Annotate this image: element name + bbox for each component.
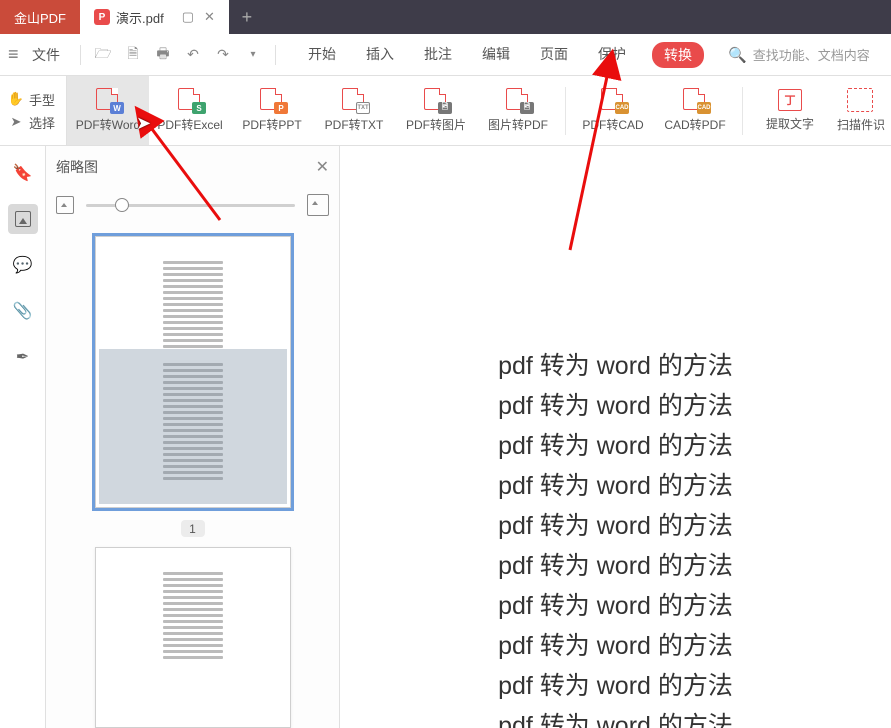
dropdown-icon[interactable]: ▾ — [241, 43, 265, 67]
redo-icon[interactable]: ↷ — [211, 43, 235, 67]
save-icon[interactable]: 🗎 — [121, 43, 145, 67]
image-to-pdf-icon: 🖻 — [504, 88, 532, 112]
search-box[interactable]: 🔍 查找功能、文档内容 — [728, 45, 870, 64]
new-tab-button[interactable]: + — [229, 0, 265, 34]
pdf-to-txt-label: PDF转TXT — [325, 116, 384, 133]
thumbnail-page-2[interactable] — [95, 547, 291, 728]
signature-panel-button[interactable]: ✒ — [8, 342, 38, 372]
scan-ocr-button[interactable]: 扫描件识 — [831, 76, 891, 145]
undo-icon[interactable]: ↶ — [181, 43, 205, 67]
pdf-to-word-button[interactable]: W PDF转Word — [67, 76, 149, 145]
pdf-to-excel-button[interactable]: S PDF转Excel — [149, 76, 231, 145]
thumb-content-preview — [163, 261, 223, 483]
pdf-to-ppt-label: PDF转PPT — [242, 116, 301, 133]
pdf-to-excel-label: PDF转Excel — [157, 116, 222, 133]
pdf-to-txt-button[interactable]: TXT PDF转TXT — [313, 76, 395, 145]
print-icon[interactable]: 🖶 — [151, 43, 175, 67]
pdf-to-ppt-button[interactable]: P PDF转PPT — [231, 76, 313, 145]
extract-text-label: 提取文字 — [766, 115, 814, 132]
image-to-pdf-button[interactable]: 🖻 图片转PDF — [477, 76, 559, 145]
side-icon-bar: 🔖 💬 📎 ✒ — [0, 146, 46, 728]
cad-to-pdf-label: CAD转PDF — [664, 116, 725, 133]
tab-annotate[interactable]: 批注 — [420, 42, 456, 68]
small-thumb-icon[interactable] — [56, 196, 74, 214]
title-bar: 金山PDF P 演示.pdf ▢ ✕ + — [0, 0, 891, 34]
bookmark-panel-button[interactable]: 🔖 — [8, 158, 38, 188]
pdf-to-image-icon: 🖻 — [422, 88, 450, 112]
thumbnail-panel: 缩略图 ✕ — [46, 146, 340, 728]
search-icon: 🔍 — [728, 46, 747, 64]
main-area: 🔖 💬 📎 ✒ 缩略图 ✕ — [0, 146, 891, 728]
tab-insert[interactable]: 插入 — [362, 42, 398, 68]
pdf-to-txt-icon: TXT — [340, 88, 368, 112]
close-tab-icon[interactable]: ✕ — [204, 9, 215, 25]
attachment-panel-button[interactable]: 📎 — [8, 296, 38, 326]
document-tab-label: 演示.pdf — [116, 8, 164, 27]
pdf-to-cad-label: PDF转CAD — [582, 116, 643, 133]
pdf-to-excel-icon: S — [176, 88, 204, 112]
thumb-content-preview — [163, 572, 223, 662]
cursor-mode-group: ✋ 手型 ➤ 选择 — [0, 76, 67, 145]
menu-icon[interactable] — [8, 44, 26, 65]
select-tool[interactable]: ➤ 选择 — [8, 113, 66, 132]
pdf-doc-icon: P — [94, 9, 110, 25]
restore-icon[interactable]: ▢ — [182, 9, 194, 25]
document-view[interactable]: pdf 转为 word 的方法pdf 转为 word 的方法pdf 转为 wor… — [340, 146, 891, 728]
app-name: 金山PDF — [14, 8, 66, 27]
hand-icon: ✋ — [8, 91, 24, 107]
tab-edit[interactable]: 编辑 — [478, 42, 514, 68]
convert-toolbar: ✋ 手型 ➤ 选择 W PDF转Word S PDF转Excel P PDF转P… — [0, 76, 891, 146]
thumbnail-list: 1 — [56, 230, 329, 728]
menu-bar: 文件 🗁 🗎 🖶 ↶ ↷ ▾ 开始 插入 批注 编辑 页面 保护 转换 🔍 查找… — [0, 34, 891, 76]
image-to-pdf-label: 图片转PDF — [488, 116, 548, 133]
hand-tool-label: 手型 — [29, 90, 55, 109]
pdf-to-ppt-icon: P — [258, 88, 286, 112]
thumbnail-zoom-control — [56, 188, 329, 230]
pdf-to-image-button[interactable]: 🖻 PDF转图片 — [395, 76, 477, 145]
pdf-to-image-label: PDF转图片 — [406, 116, 466, 133]
thumbnail-page-1[interactable] — [95, 236, 291, 508]
image-icon — [15, 211, 31, 227]
cursor-overlay: ➤ — [136, 113, 151, 134]
tab-start[interactable]: 开始 — [304, 42, 340, 68]
scan-ocr-label: 扫描件识 — [837, 116, 885, 133]
menu-tabs: 开始 插入 批注 编辑 页面 保护 转换 — [304, 42, 704, 68]
document-tab[interactable]: P 演示.pdf ▢ ✕ — [80, 0, 229, 34]
cad-to-pdf-icon: CAD — [681, 88, 709, 112]
pointer-icon: ➤ — [8, 114, 24, 130]
open-folder-icon[interactable]: 🗁 — [91, 43, 115, 67]
thumbnail-panel-title: 缩略图 — [56, 157, 98, 177]
thumbnail-page-number: 1 — [181, 520, 205, 537]
pdf-to-word-label: PDF转Word — [76, 116, 140, 133]
file-menu[interactable]: 文件 — [32, 45, 60, 65]
search-placeholder: 查找功能、文档内容 — [753, 45, 870, 64]
comment-icon: 💬 — [13, 255, 33, 275]
thumbnail-zoom-slider[interactable] — [86, 204, 295, 207]
bookmark-icon: 🔖 — [13, 163, 33, 183]
tab-protect[interactable]: 保护 — [594, 42, 630, 68]
conversion-tools: W PDF转Word S PDF转Excel P PDF转PPT TXT PDF… — [67, 76, 891, 145]
tab-convert[interactable]: 转换 — [652, 42, 704, 68]
comment-panel-button[interactable]: 💬 — [8, 250, 38, 280]
document-text: pdf 转为 word 的方法pdf 转为 word 的方法pdf 转为 wor… — [498, 346, 733, 728]
tab-page[interactable]: 页面 — [536, 42, 572, 68]
pdf-to-word-icon: W — [94, 88, 122, 112]
cad-to-pdf-button[interactable]: CAD CAD转PDF — [654, 76, 736, 145]
extract-text-icon: 丁 — [778, 89, 802, 111]
large-thumb-icon[interactable] — [307, 194, 329, 216]
app-title-tab: 金山PDF — [0, 0, 80, 34]
hand-tool[interactable]: ✋ 手型 — [8, 90, 66, 109]
extract-text-button[interactable]: 丁 提取文字 — [749, 76, 831, 145]
thumbnail-panel-button[interactable] — [8, 204, 38, 234]
sign-icon: ✒ — [16, 347, 29, 367]
pdf-to-cad-icon: CAD — [599, 88, 627, 112]
close-panel-icon[interactable]: ✕ — [316, 157, 329, 177]
attach-icon: 📎 — [13, 301, 33, 321]
pdf-to-cad-button[interactable]: CAD PDF转CAD — [572, 76, 654, 145]
scan-ocr-icon — [847, 88, 875, 112]
select-tool-label: 选择 — [29, 113, 55, 132]
